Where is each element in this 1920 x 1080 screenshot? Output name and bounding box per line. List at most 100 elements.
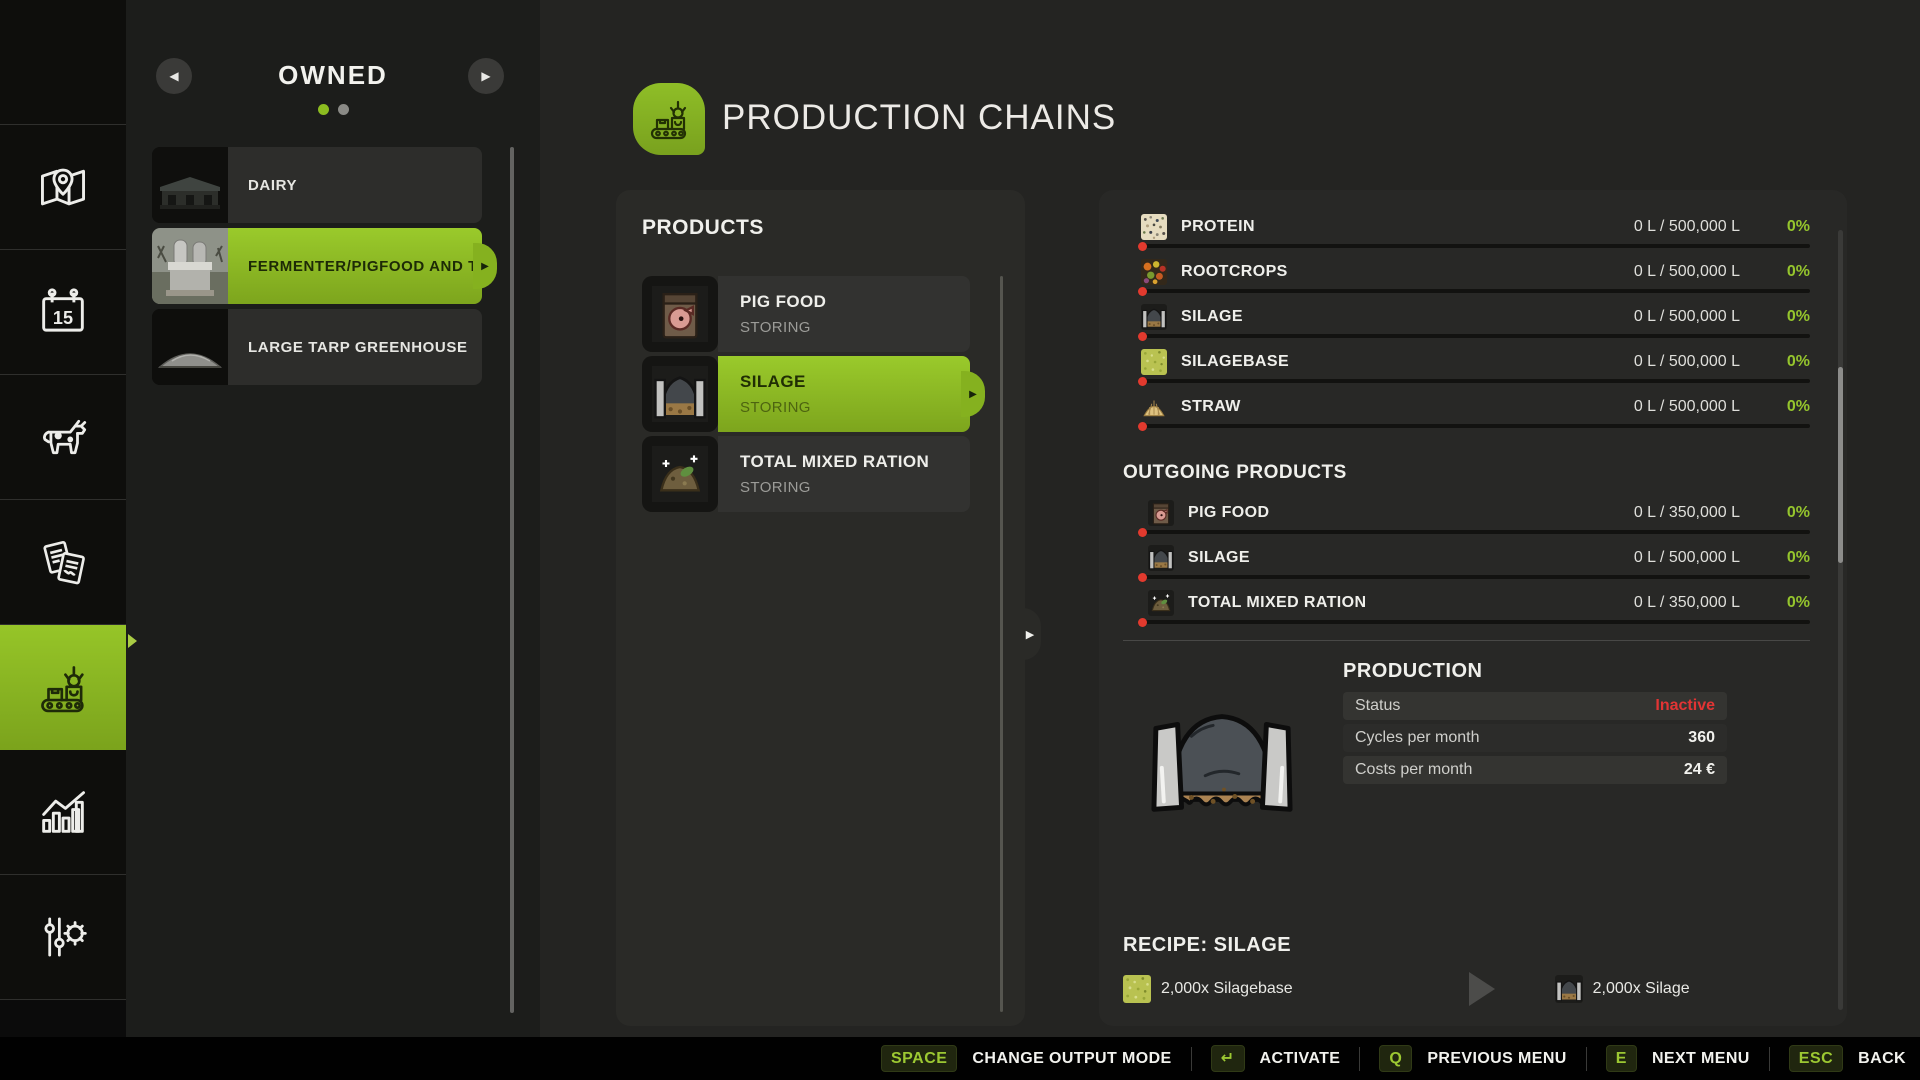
product-icon-tile bbox=[642, 436, 718, 512]
hotkey-key[interactable]: Q bbox=[1379, 1045, 1412, 1072]
page-title: PRODUCTION CHAINS bbox=[722, 98, 1116, 138]
products-scrollbar[interactable] bbox=[1000, 276, 1003, 1012]
capacity-row-percent: 0% bbox=[1754, 263, 1810, 281]
panel-expand-arrow-icon[interactable]: ▶ bbox=[1019, 608, 1041, 660]
capacity-row-percent: 0% bbox=[1754, 398, 1810, 416]
production-chains-icon bbox=[645, 95, 693, 143]
sidebar-item[interactable] bbox=[0, 500, 126, 625]
capacity-row-value: 0 L / 500,000 L bbox=[1580, 549, 1740, 567]
sidebar-icon bbox=[34, 533, 92, 591]
hotkey-key[interactable]: E bbox=[1606, 1045, 1637, 1072]
page-dot[interactable] bbox=[318, 104, 329, 115]
sidebar-item[interactable] bbox=[0, 250, 126, 375]
capacity-row-percent: 0% bbox=[1754, 308, 1810, 326]
selected-arrow-icon: ▶ bbox=[473, 243, 497, 289]
capacity-row[interactable]: STRAW 0 L / 500,000 L 0% bbox=[1099, 390, 1847, 435]
capacity-row[interactable]: PROTEIN 0 L / 500,000 L 0% bbox=[1099, 210, 1847, 255]
capacity-progress-bar bbox=[1138, 334, 1810, 338]
capacity-progress-bar bbox=[1138, 379, 1810, 383]
sidebar-icon bbox=[34, 408, 92, 466]
product-name: PIG FOOD bbox=[740, 292, 970, 312]
recipe-row: 2,000x Silagebase 2,000x Silage bbox=[1123, 972, 1813, 1006]
facility-name: FERMENTER/PIGFOOD AND TM bbox=[228, 228, 482, 304]
facility-list-item[interactable]: LARGE TARP GREENHOUSE bbox=[152, 309, 482, 385]
facility-thumbnail bbox=[152, 309, 228, 385]
product-icon bbox=[652, 286, 708, 342]
sidebar-icon bbox=[34, 659, 92, 717]
hotkey-action: ↵ ACTIVATE bbox=[1191, 1047, 1341, 1071]
product-list-item[interactable]: PIG FOOD STORING bbox=[642, 276, 970, 352]
product-list-item[interactable]: SILAGE STORING ▶ bbox=[642, 356, 970, 432]
capacity-progress-bar bbox=[1138, 289, 1810, 293]
capacity-row[interactable]: SILAGE 0 L / 500,000 L 0% bbox=[1099, 300, 1847, 345]
production-stat-row: Costs per month 24 € bbox=[1343, 756, 1727, 784]
capacity-row[interactable]: SILAGEBASE 0 L / 500,000 L 0% bbox=[1099, 345, 1847, 390]
facility-list-item[interactable]: FERMENTER/PIGFOOD AND TM ▶ bbox=[152, 228, 482, 304]
silage-icon bbox=[1555, 975, 1583, 1003]
product-list-item[interactable]: TOTAL MIXED RATION STORING bbox=[642, 436, 970, 512]
capacity-progress-bar bbox=[1138, 244, 1810, 248]
facility-name: DAIRY bbox=[228, 147, 482, 223]
product-status: STORING bbox=[740, 479, 970, 496]
capacity-row[interactable]: SILAGE 0 L / 500,000 L 0% bbox=[1099, 541, 1847, 586]
owned-next-button[interactable]: ▶ bbox=[468, 58, 504, 94]
production-heading: PRODUCTION bbox=[1343, 660, 1482, 683]
capacity-row-icon bbox=[1148, 500, 1174, 526]
capacity-row-name: SILAGE bbox=[1181, 308, 1580, 326]
production-stat-row: Status Inactive bbox=[1343, 692, 1727, 720]
sidebar bbox=[0, 0, 126, 1080]
hotkey-key[interactable]: ↵ bbox=[1211, 1045, 1245, 1072]
capacity-row-name: PIG FOOD bbox=[1188, 504, 1580, 522]
owned-panel: ◀ OWNED ▶ DAIRY FERMENTER/PIGFOOD AND TM… bbox=[126, 0, 540, 1080]
facility-thumbnail bbox=[152, 147, 228, 223]
owned-scrollbar[interactable] bbox=[510, 147, 514, 1013]
sidebar-item[interactable] bbox=[0, 0, 126, 125]
hotkey-label: NEXT MENU bbox=[1652, 1050, 1750, 1068]
sidebar-item[interactable] bbox=[0, 875, 126, 1000]
production-chains-badge bbox=[633, 83, 705, 155]
sidebar-item[interactable] bbox=[0, 375, 126, 500]
capacity-row-icon bbox=[1141, 259, 1167, 285]
sidebar-item[interactable] bbox=[0, 125, 126, 250]
stat-value: 360 bbox=[1688, 729, 1715, 747]
product-info: TOTAL MIXED RATION STORING bbox=[718, 436, 970, 512]
capacity-row-percent: 0% bbox=[1754, 594, 1810, 612]
product-icon bbox=[652, 366, 708, 422]
recipe-heading: RECIPE: SILAGE bbox=[1123, 934, 1291, 957]
sidebar-icon bbox=[34, 908, 92, 966]
capacity-row-name: STRAW bbox=[1181, 398, 1580, 416]
capacity-row-percent: 0% bbox=[1754, 504, 1810, 522]
capacity-row-value: 0 L / 500,000 L bbox=[1580, 218, 1740, 236]
capacity-row[interactable]: ROOTCROPS 0 L / 500,000 L 0% bbox=[1099, 255, 1847, 300]
capacity-row-name: TOTAL MIXED RATION bbox=[1188, 594, 1580, 612]
capacity-row[interactable]: PIG FOOD 0 L / 350,000 L 0% bbox=[1099, 496, 1847, 541]
capacity-row-icon bbox=[1141, 394, 1167, 420]
outgoing-products-heading: OUTGOING PRODUCTS bbox=[1123, 462, 1347, 484]
silage-clamp-image bbox=[1148, 698, 1296, 814]
capacity-progress-bar bbox=[1138, 575, 1810, 579]
capacity-row-icon bbox=[1148, 590, 1174, 616]
product-icon bbox=[652, 446, 708, 502]
detail-scrollbar-thumb[interactable] bbox=[1838, 367, 1843, 563]
detail-scrollbar-track[interactable] bbox=[1838, 230, 1843, 1010]
facility-list: DAIRY FERMENTER/PIGFOOD AND TM ▶ LARGE T… bbox=[152, 147, 482, 390]
hotkey-key[interactable]: SPACE bbox=[881, 1045, 957, 1072]
capacity-row-value: 0 L / 500,000 L bbox=[1580, 353, 1740, 371]
selected-arrow-icon: ▶ bbox=[961, 371, 985, 417]
capacity-row-value: 0 L / 350,000 L bbox=[1580, 594, 1740, 612]
capacity-row-percent: 0% bbox=[1754, 549, 1810, 567]
facility-list-item[interactable]: DAIRY bbox=[152, 147, 482, 223]
sidebar-item[interactable] bbox=[0, 625, 126, 750]
page-dot[interactable] bbox=[338, 104, 349, 115]
sidebar-item[interactable] bbox=[0, 750, 126, 875]
product-icon-tile bbox=[642, 356, 718, 432]
capacity-row-icon bbox=[1148, 545, 1174, 571]
production-stat-row: Cycles per month 360 bbox=[1343, 724, 1727, 752]
hotkey-key[interactable]: ESC bbox=[1789, 1045, 1843, 1072]
capacity-row[interactable]: TOTAL MIXED RATION 0 L / 350,000 L 0% bbox=[1099, 586, 1847, 631]
stat-label: Costs per month bbox=[1355, 761, 1684, 779]
capacity-row-name: SILAGEBASE bbox=[1181, 353, 1580, 371]
capacity-row-percent: 0% bbox=[1754, 218, 1810, 236]
capacity-progress-bar bbox=[1138, 424, 1810, 428]
capacity-row-icon bbox=[1141, 214, 1167, 240]
